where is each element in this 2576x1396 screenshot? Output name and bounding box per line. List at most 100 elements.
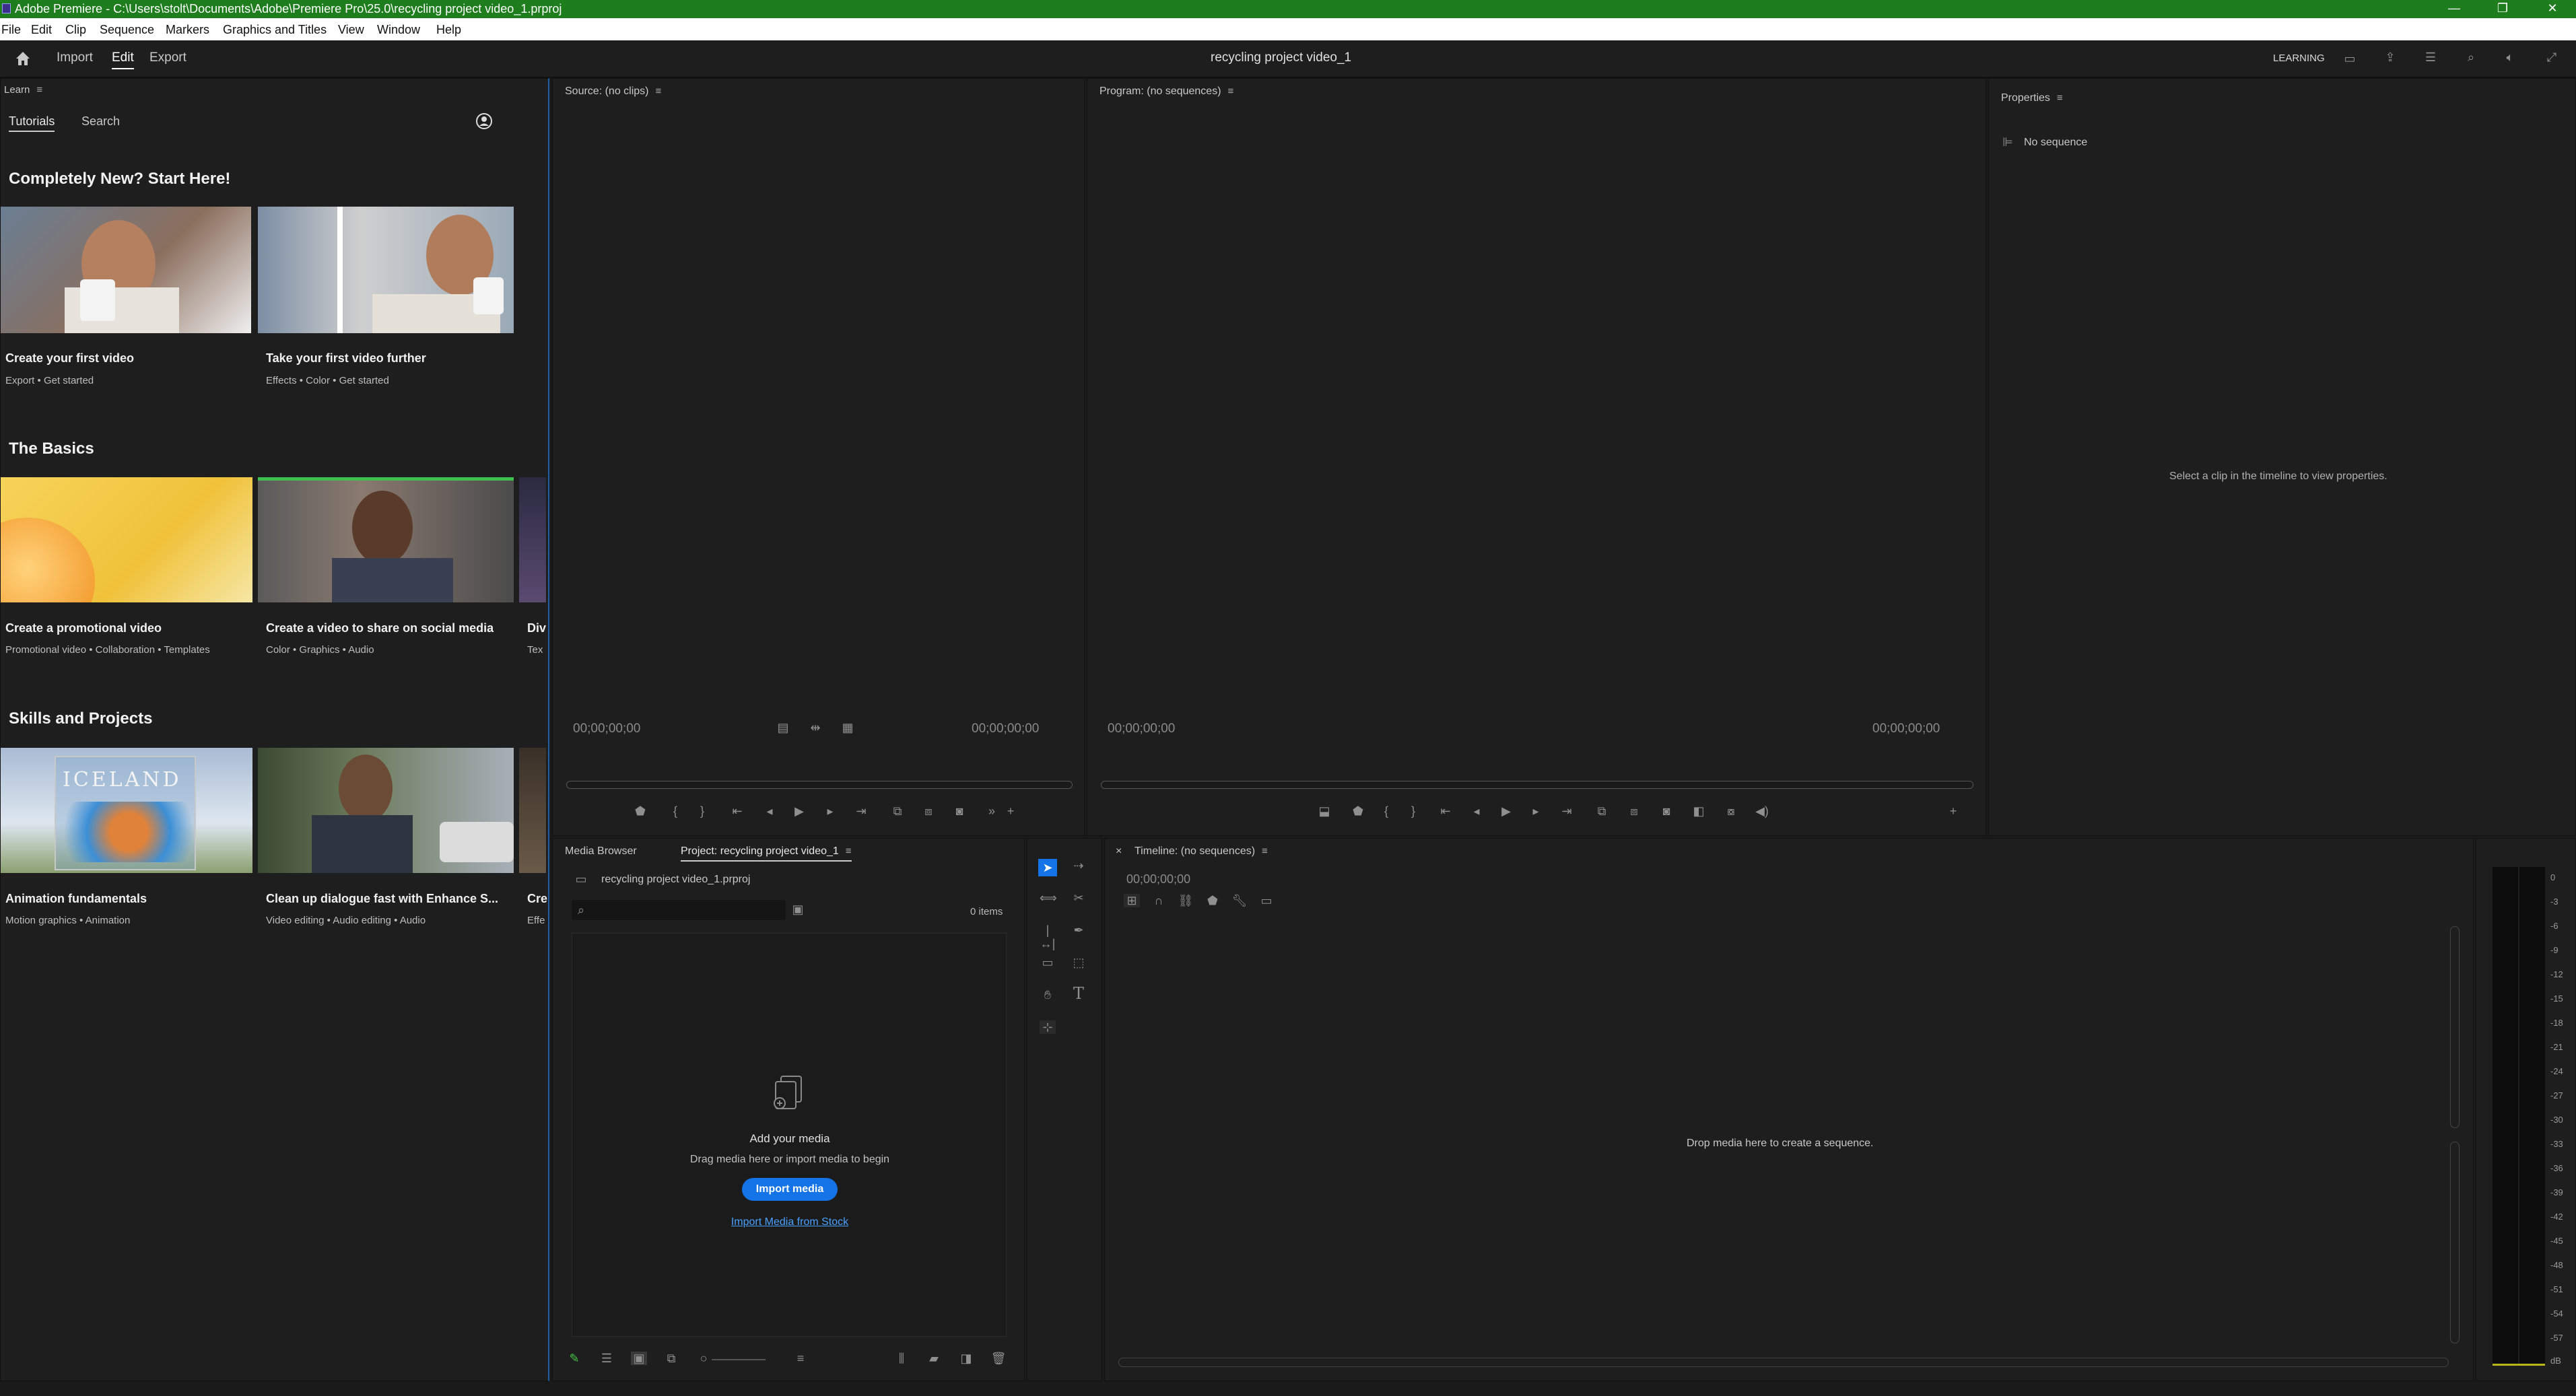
new-search-bin-icon[interactable]: ▣ bbox=[790, 903, 806, 916]
menu-sequence[interactable]: Sequence bbox=[100, 23, 154, 37]
selection-tool-icon[interactable]: ➤ bbox=[1038, 859, 1057, 876]
generative-extend-tool-icon[interactable]: ⊹ bbox=[1040, 1020, 1056, 1034]
program-scrubber[interactable] bbox=[1101, 781, 1973, 789]
tutorial-thumbnail[interactable]: ICELAND bbox=[1, 748, 252, 873]
button-editor-icon[interactable]: + bbox=[1003, 804, 1019, 818]
go-to-in-icon[interactable]: ⇤ bbox=[729, 804, 745, 818]
minimize-button[interactable]: — bbox=[2444, 1, 2464, 16]
menu-markers[interactable]: Markers bbox=[166, 23, 209, 37]
add-marker-icon[interactable]: ⬟ bbox=[1205, 894, 1221, 907]
tab-tutorials[interactable]: Tutorials bbox=[9, 114, 55, 132]
close-window-button[interactable]: ✕ bbox=[2542, 1, 2563, 16]
search-help-icon[interactable]: ⌕ bbox=[2463, 50, 2479, 64]
add-marker-icon[interactable]: ⬟ bbox=[1350, 804, 1366, 818]
tab-export[interactable]: Export bbox=[149, 50, 187, 65]
button-editor-icon[interactable]: + bbox=[1945, 804, 1961, 818]
go-to-out-icon[interactable]: ⇥ bbox=[1559, 804, 1575, 818]
new-item-icon[interactable]: ◨ bbox=[958, 1352, 974, 1365]
mark-in-icon[interactable]: { bbox=[1378, 804, 1394, 818]
insert-icon[interactable]: ⧉ bbox=[889, 804, 906, 818]
proxy-toggle-icon[interactable]: ⧇ bbox=[1723, 804, 1739, 818]
project-search-input[interactable]: ⌕ bbox=[572, 900, 786, 920]
menu-view[interactable]: View bbox=[338, 23, 364, 37]
list-view-icon[interactable]: ☰ bbox=[599, 1352, 615, 1365]
track-select-tool-icon[interactable]: ⇢ bbox=[1071, 859, 1087, 872]
nest-icon[interactable]: ⊞ bbox=[1124, 894, 1140, 907]
learn-panel-menu-icon[interactable]: ≡ bbox=[36, 84, 42, 96]
volume-icon[interactable]: ◀) bbox=[1754, 804, 1770, 818]
tutorial-title[interactable]: Create a promotional video bbox=[5, 621, 162, 635]
overwrite-icon[interactable]: ⧈ bbox=[920, 804, 937, 818]
rectangle-tool-icon[interactable]: ▭ bbox=[1040, 956, 1056, 969]
workspaces-icon[interactable]: ▭ bbox=[2342, 52, 2358, 65]
tab-project[interactable]: Project: recycling project video_1 ≡ bbox=[681, 845, 852, 862]
tab-edit[interactable]: Edit bbox=[112, 50, 134, 69]
lift-extract-icon[interactable]: ⧉ bbox=[1594, 804, 1610, 818]
razor-tool-icon[interactable]: ✂ bbox=[1071, 891, 1087, 905]
fullscreen-icon[interactable]: ⤢ bbox=[2544, 50, 2560, 64]
tutorial-thumbnail[interactable] bbox=[519, 748, 546, 873]
hand-tool-icon[interactable]: ✋︎ bbox=[1040, 988, 1056, 1002]
timeline-timecode[interactable]: 00;00;00;00 bbox=[1126, 872, 1190, 886]
tutorial-title[interactable]: Cre bbox=[527, 892, 547, 906]
tab-import[interactable]: Import bbox=[57, 50, 93, 65]
mark-in-icon[interactable]: { bbox=[667, 804, 683, 818]
learning-workspace-label[interactable]: LEARNING bbox=[2273, 53, 2325, 64]
more-buttons-icon[interactable]: » bbox=[984, 804, 1000, 818]
account-icon[interactable] bbox=[475, 112, 494, 131]
video-track-scrollbar[interactable] bbox=[2450, 926, 2460, 1128]
home-icon[interactable] bbox=[13, 49, 32, 68]
pen-tool-icon[interactable]: ✒ bbox=[1071, 923, 1087, 937]
tutorial-title[interactable]: Div bbox=[527, 621, 546, 635]
icon-view-icon[interactable]: ▣ bbox=[631, 1352, 647, 1365]
project-panel-menu-icon[interactable]: ≡ bbox=[846, 845, 852, 857]
tutorial-title[interactable]: Take your first video further bbox=[266, 351, 426, 365]
play-icon[interactable]: ▶ bbox=[1498, 804, 1514, 818]
slip-tool-icon[interactable]: |↔| bbox=[1040, 923, 1056, 950]
volume-icon[interactable]: 🔈︎ bbox=[2502, 50, 2518, 64]
ripple-edit-tool-icon[interactable]: ⟺ bbox=[1040, 891, 1057, 905]
edit-pencil-icon[interactable]: ✎ bbox=[566, 1352, 582, 1365]
source-panel-menu-icon[interactable]: ≡ bbox=[656, 85, 662, 97]
tutorial-title[interactable]: Create your first video bbox=[5, 351, 134, 365]
import-media-button[interactable]: Import media bbox=[742, 1178, 838, 1201]
zoom-slider[interactable] bbox=[712, 1359, 766, 1360]
go-to-out-icon[interactable]: ⇥ bbox=[853, 804, 869, 818]
menu-graphics-and-titles[interactable]: Graphics and Titles bbox=[223, 23, 327, 37]
share-icon[interactable]: ⇪ bbox=[2382, 50, 2398, 64]
audio-track-scrollbar[interactable] bbox=[2450, 1142, 2460, 1343]
step-forward-icon[interactable]: ▸ bbox=[822, 804, 838, 818]
type-tool-icon[interactable]: T bbox=[1071, 985, 1087, 1002]
source-scrubber[interactable] bbox=[566, 781, 1073, 789]
comparison-view-icon[interactable]: ◧ bbox=[1691, 804, 1707, 818]
zoom-out-icon[interactable]: ○ bbox=[696, 1352, 712, 1365]
mark-out-icon[interactable]: } bbox=[694, 804, 710, 818]
lift-icon[interactable]: ⬓ bbox=[1316, 804, 1332, 818]
menu-help[interactable]: Help bbox=[436, 23, 461, 37]
tab-media-browser[interactable]: Media Browser bbox=[565, 845, 637, 858]
program-panel-menu-icon[interactable]: ≡ bbox=[1228, 85, 1234, 97]
extract-icon[interactable]: ⧈ bbox=[1626, 804, 1642, 818]
play-icon[interactable]: ▶ bbox=[791, 804, 807, 818]
timeline-settings-icon[interactable]: 🔧︎ bbox=[1231, 894, 1248, 907]
snap-icon[interactable]: ∩ bbox=[1151, 894, 1167, 907]
properties-panel-menu-icon[interactable]: ≡ bbox=[2057, 92, 2063, 104]
restore-button[interactable]: ❐ bbox=[2493, 1, 2513, 16]
project-dropzone[interactable]: Add your media Drag media here or import… bbox=[572, 933, 1007, 1337]
tutorial-thumbnail[interactable] bbox=[1, 477, 252, 602]
tutorial-thumbnail[interactable] bbox=[258, 477, 514, 602]
settings-icon[interactable]: ▦ bbox=[840, 721, 856, 734]
step-back-icon[interactable]: ◂ bbox=[1468, 804, 1485, 818]
step-forward-icon[interactable]: ▸ bbox=[1528, 804, 1544, 818]
timeline-horizontal-scrollbar[interactable] bbox=[1118, 1358, 2449, 1367]
freeform-view-icon[interactable]: ⧉ bbox=[663, 1352, 679, 1365]
drop-frame-icon[interactable]: ▤ bbox=[775, 721, 791, 734]
tab-search[interactable]: Search bbox=[81, 114, 120, 129]
menu-edit[interactable]: Edit bbox=[31, 23, 52, 37]
go-to-in-icon[interactable]: ⇤ bbox=[1437, 804, 1454, 818]
delete-icon[interactable]: 🗑︎ bbox=[990, 1352, 1007, 1365]
export-frame-icon[interactable]: ◙ bbox=[951, 804, 968, 818]
source-timecode-in[interactable]: 00;00;00;00 bbox=[573, 722, 640, 736]
tutorial-thumbnail[interactable] bbox=[258, 207, 514, 333]
add-marker-icon[interactable]: ⬟ bbox=[632, 804, 648, 818]
